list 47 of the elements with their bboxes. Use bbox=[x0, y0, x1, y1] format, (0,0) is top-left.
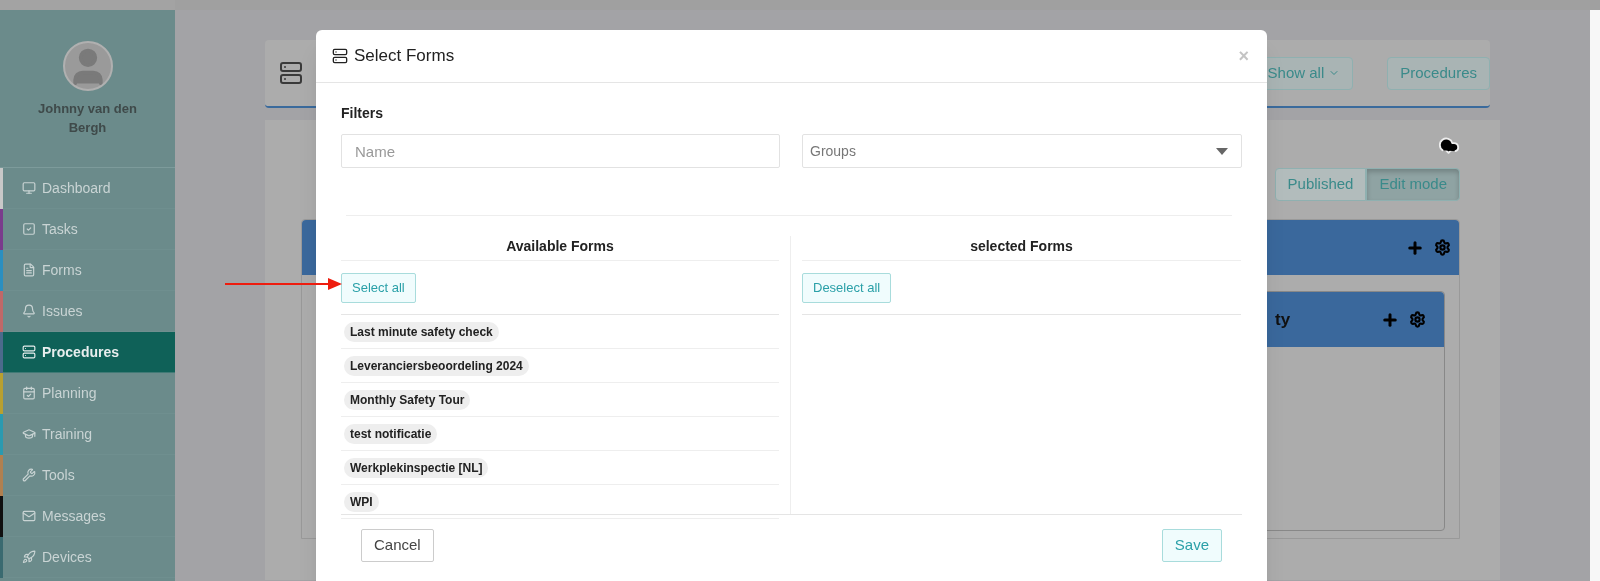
form-label: Monthly Safety Tour bbox=[344, 389, 471, 410]
dropdown-arrow-icon bbox=[1216, 147, 1228, 155]
rocket-icon bbox=[22, 550, 36, 564]
form-row[interactable]: Last minute safety check bbox=[341, 315, 779, 349]
graduation-cap-icon bbox=[22, 427, 36, 441]
plus-icon bbox=[1406, 238, 1424, 257]
form-row[interactable]: Leveranciersbeoordeling 2024 bbox=[341, 349, 779, 383]
form-label: Last minute safety check bbox=[344, 321, 499, 342]
server-icon bbox=[22, 345, 36, 359]
wrench-icon bbox=[22, 468, 36, 482]
mode-toggle[interactable]: Published bbox=[1274, 168, 1367, 201]
plus-icon bbox=[1381, 310, 1399, 329]
column-title: selected Forms bbox=[802, 236, 1241, 261]
panel-title: ty bbox=[1275, 308, 1291, 331]
avatar-icon bbox=[62, 41, 113, 91]
document-icon bbox=[22, 263, 36, 277]
bell-icon bbox=[22, 304, 36, 318]
close-button[interactable]: × bbox=[1238, 42, 1249, 70]
cancel-button[interactable]: Cancel bbox=[361, 529, 434, 562]
calendar-icon bbox=[22, 386, 36, 400]
deselect-all-button[interactable]: Deselect all bbox=[802, 272, 892, 303]
form-row[interactable]: Monthly Safety Tour bbox=[341, 383, 779, 417]
column-title: Available Forms bbox=[341, 236, 779, 261]
envelope-icon bbox=[22, 509, 36, 523]
sidebar-item[interactable]: Procedures bbox=[0, 332, 175, 373]
form-label: WPI bbox=[344, 491, 379, 512]
server-icon bbox=[332, 48, 348, 64]
dialog-title: Select Forms bbox=[354, 45, 455, 68]
mode-toggle[interactable]: Edit mode bbox=[1366, 168, 1460, 201]
procedures-button[interactable]: Procedures bbox=[1387, 56, 1490, 90]
monitor-icon bbox=[22, 181, 36, 195]
server-icon bbox=[279, 61, 303, 85]
name-field[interactable]: Name bbox=[341, 134, 780, 168]
form-row[interactable]: Werkplekinspectie [NL] bbox=[341, 451, 779, 485]
form-label: Leveranciersbeoordeling 2024 bbox=[344, 355, 529, 376]
user-name: Johnny van den Bergh bbox=[37, 100, 138, 137]
select-all-button[interactable]: Select all bbox=[341, 272, 416, 303]
checkbox-icon bbox=[22, 222, 36, 236]
settings-icon bbox=[1409, 311, 1426, 328]
filters-label: Filters bbox=[341, 104, 384, 123]
form-row[interactable]: test notificatie bbox=[341, 417, 779, 451]
settings-icon bbox=[1434, 239, 1451, 256]
form-row[interactable]: WPI bbox=[341, 485, 779, 519]
form-label: Werkplekinspectie [NL] bbox=[344, 457, 489, 478]
save-button[interactable]: Save bbox=[1161, 529, 1222, 562]
form-label: test notificatie bbox=[344, 423, 438, 444]
groups-select[interactable]: Groups bbox=[802, 134, 1242, 168]
